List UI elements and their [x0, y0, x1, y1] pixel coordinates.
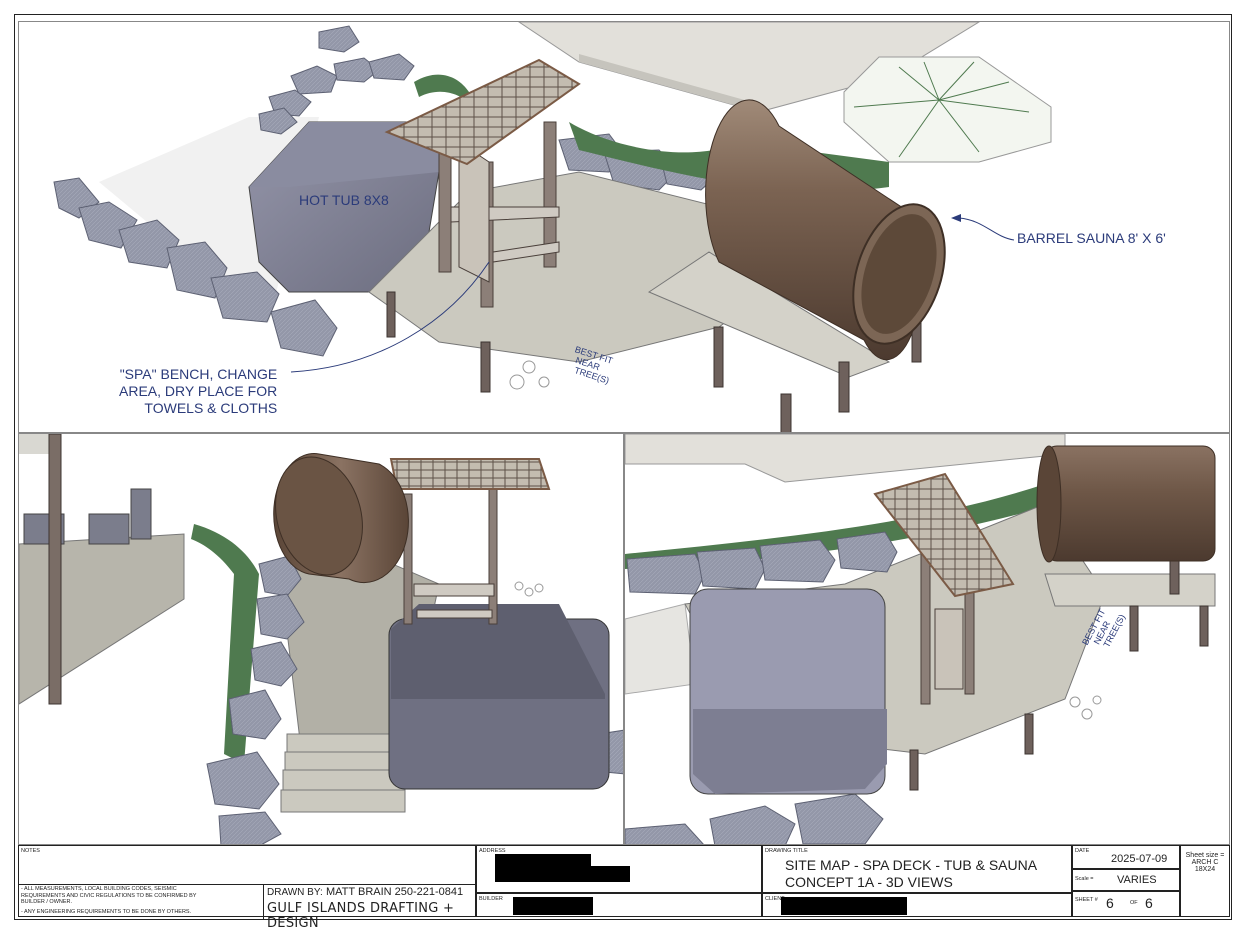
- redacted-client: [781, 897, 907, 915]
- sheet-size-line: ARCH C: [1191, 859, 1219, 866]
- sheet-label: SHEET #: [1075, 897, 1098, 903]
- sauna-leader: [958, 217, 1015, 241]
- sheet-number: 6: [1106, 895, 1114, 911]
- bench-label: "SPA" BENCH, CHANGE AREA, DRY PLACE FOR …: [119, 366, 277, 417]
- bench-label-line: "SPA" BENCH, CHANGE: [119, 366, 278, 382]
- drawing-sheet: HOT TUB 8X8 BARREL SAUNA 8' X 6' "SPA" B…: [14, 14, 1232, 931]
- sheet-size-block: Sheet size = ARCH C 18X24: [1180, 845, 1230, 917]
- house-deck: [19, 533, 185, 705]
- redacted-address-line-2: [495, 866, 630, 882]
- notes-divider: [19, 884, 263, 885]
- company-name: GULF ISLANDS DRAFTING + DESIGN: [267, 901, 455, 931]
- drawing-title-line-2: CONCEPT 1A - 3D VIEWS: [785, 874, 953, 890]
- view-bottom-right-perspective: BEST FIT NEAR TREE(S): [624, 433, 1230, 845]
- client-block: CLIENT: [762, 893, 1072, 917]
- drawing-title-label: DRAWING TITLE: [765, 848, 808, 854]
- bottom-right-drawing: [625, 434, 1216, 844]
- redacted-builder: [513, 897, 593, 915]
- house-furniture: [23, 488, 152, 545]
- sheet-number-block: SHEET # 6 OF 6: [1072, 891, 1180, 917]
- view-top-perspective: HOT TUB 8X8 BARREL SAUNA 8' X 6' "SPA" B…: [18, 21, 1230, 433]
- bench-label-line: AREA, DRY PLACE FOR: [119, 383, 278, 399]
- house-deck: [625, 434, 1066, 483]
- note-line: - ANY ENGINEERING REQUIREMENTS TO BE DON…: [21, 908, 192, 915]
- note-line: BUILDER / OWNER.: [21, 899, 73, 905]
- scale-value: VARIES: [1117, 874, 1157, 886]
- bench-roof: [389, 458, 551, 490]
- date-value: 2025-07-09: [1111, 853, 1168, 865]
- view-bottom-left-perspective: [18, 433, 624, 845]
- drawn-by-label: DRAWN BY:: [267, 887, 323, 898]
- deck-walkway: [1044, 573, 1216, 607]
- notes-text: - ALL MEASUREMENTS, LOCAL BUILDING CODES…: [21, 886, 261, 915]
- builder-label: BUILDER: [479, 896, 503, 902]
- tree-symbols: [514, 581, 544, 597]
- gravel-steps: [625, 603, 696, 695]
- notes-header: NOTES: [21, 848, 40, 854]
- scale-block: Scale = VARIES: [1072, 869, 1180, 891]
- drawing-title-line-1: SITE MAP - SPA DECK - TUB & SAUNA: [785, 857, 1038, 873]
- date-label: DATE: [1075, 848, 1090, 854]
- bench-label-line: TOWELS & CLOTHS: [144, 400, 278, 416]
- drawing-title-block: DRAWING TITLE SITE MAP - SPA DECK - TUB …: [762, 845, 1072, 893]
- drawn-by-cell: DRAWN BY: MATT BRAIN 250-221-0841 GULF I…: [263, 884, 478, 931]
- tree-symbols: [1069, 695, 1102, 720]
- sauna-label: BARREL SAUNA 8' X 6': [1017, 230, 1166, 246]
- scale-label: Scale =: [1075, 876, 1094, 882]
- hot-tub-label: HOT TUB 8X8: [299, 192, 389, 208]
- hot-tub-side: [693, 709, 887, 794]
- builder-block: BUILDER: [476, 893, 762, 917]
- barrel-sauna: [1036, 445, 1216, 563]
- address-block: ADDRESS: [476, 845, 762, 893]
- sheet-size-line: Sheet size =: [1185, 852, 1225, 859]
- sauna-leader-arrow: [951, 214, 961, 222]
- sheet-size-line: 18X24: [1194, 866, 1216, 873]
- tree-canopy: [843, 56, 1052, 163]
- tree-symbols: [509, 360, 550, 390]
- of-label: OF: [1130, 900, 1138, 906]
- notes-block: NOTES - ALL MEASUREMENTS, LOCAL BUILDING…: [18, 845, 478, 931]
- bottom-left-drawing: [19, 434, 623, 844]
- house-post: [48, 434, 62, 705]
- sheet-total: 6: [1145, 895, 1153, 911]
- deck-steps: [280, 733, 406, 813]
- drawn-by-value: MATT BRAIN 250-221-0841: [326, 886, 464, 898]
- date-block: DATE 2025-07-09: [1072, 845, 1180, 869]
